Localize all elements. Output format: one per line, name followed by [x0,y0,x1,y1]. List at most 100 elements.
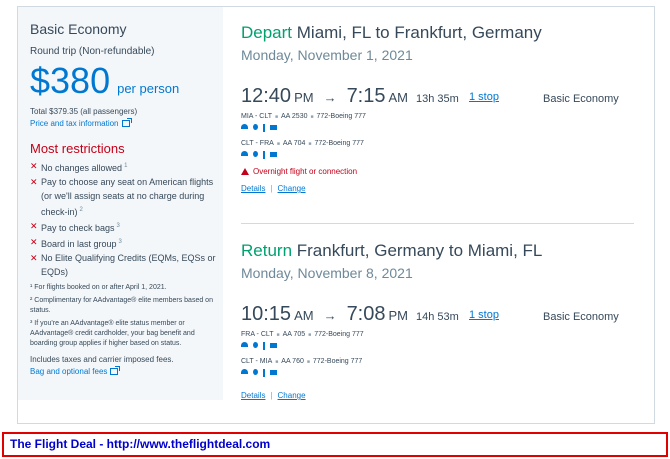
external-link-icon [121,118,132,127]
fare-title: Basic Economy [30,21,127,37]
arrival-time: 7:15 [346,85,386,107]
link-separator: | [270,184,273,193]
segment-title: Depart Miami, FL to Frankfurt, Germany [241,23,641,43]
banner-text: The Flight Deal - http://www.theflightde… [10,437,271,451]
price-tax-link[interactable]: Price and tax information [30,118,223,128]
entertainment-icon [270,343,277,348]
segment-route: Frankfurt, Germany to Miami, FL [292,241,543,260]
segment-route: Miami, FL to Frankfurt, Germany [292,23,542,42]
link-separator: | [270,391,273,400]
usb-icon [263,342,265,350]
restriction-text: Pay to check bags [41,223,115,233]
leg-route: CLT - FRA [241,140,274,147]
power-icon [253,151,258,157]
bag-fees-link-label[interactable]: Bag and optional fees [30,367,107,376]
separator: ■ [308,140,312,147]
bag-fees-link[interactable]: Bag and optional fees [30,366,223,376]
external-link-icon [110,366,121,375]
power-icon [253,342,258,348]
change-link[interactable]: Change [278,391,306,400]
restriction-text: Pay to choose any seat on American fligh… [41,177,214,217]
segment-date: Monday, November 8, 2021 [241,265,413,281]
segment-links: Details | Change [241,391,641,400]
leg-route: CLT - MIA [241,358,273,365]
return-segment: Return Frankfurt, Germany to Miami, FL M… [241,241,641,400]
arrow-right-icon: → [323,90,337,105]
wifi-icon [241,124,248,129]
departure-time: 10:15 [241,303,292,325]
footnote-ref: 3 [118,239,122,245]
restriction-item: ✕ Board in last group 3 [30,235,223,251]
usb-icon [263,369,265,377]
leg-flight: AA 760 [281,358,304,365]
times-row: 10:15 AM → 7:08 PM 14h 53m 1 stop Basic Ec… [241,303,641,329]
flight-leg: FRA - CLT ■ AA 705 ■ 772-Boeing 777 [241,331,641,338]
departure-ampm: AM [294,308,314,323]
footnote-ref: 1 [124,163,128,169]
per-person-label: per person [117,81,180,96]
restriction-item: ✕ Pay to choose any seat on American fli… [30,175,223,219]
details-link[interactable]: Details [241,184,265,193]
footnote: ² Complimentary for AAdvantage® elite me… [30,297,213,314]
segment-divider [241,223,634,224]
wifi-icon [241,342,248,347]
separator: ■ [276,331,280,338]
restrictions-title: Most restrictions [30,141,125,156]
separator: ■ [310,113,314,120]
footnote-ref: 2 [79,207,83,213]
x-icon: ✕ [30,161,38,171]
wifi-icon [241,369,248,374]
leg-flight: AA 705 [282,331,306,338]
segment-title: Return Frankfurt, Germany to Miami, FL [241,241,641,261]
stops-link[interactable]: 1 stop [469,91,499,103]
restriction-text: No Elite Qualifying Credits (EQMs, EQSs … [41,253,216,277]
amenities [241,369,641,377]
separator: ■ [306,358,310,365]
entertainment-icon [270,125,277,130]
leg-flight: AA 704 [282,140,306,147]
warning-icon [241,168,249,175]
footnotes: ¹ For flights booked on or after April 1… [30,283,223,349]
x-icon: ✕ [30,237,38,247]
duration: 13h 35m [416,93,459,105]
flight-leg: CLT - FRA ■ AA 704 ■ 772-Boeing 777 [241,140,641,147]
restriction-text: No changes allowed [41,163,123,173]
amenities [241,151,641,159]
change-link[interactable]: Change [278,184,306,193]
entertainment-icon [270,370,277,375]
price: $380 [30,60,111,101]
depart-segment: Depart Miami, FL to Frankfurt, Germany M… [241,23,641,193]
segment-links: Details | Change [241,184,641,193]
departure-ampm: PM [294,90,314,105]
fare-card: Basic Economy Round trip (Non-refundable… [17,6,655,424]
leg-flight: AA 2530 [281,113,308,120]
separator: ■ [274,113,279,120]
departure-time: 12:40 [241,85,292,107]
x-icon: ✕ [30,253,38,263]
footnote: ³ If you're an AAdvantage® elite status … [30,320,195,347]
entertainment-icon [270,152,277,157]
amenities [241,342,641,350]
segment-direction: Depart [241,23,293,42]
stops-link[interactable]: 1 stop [469,309,499,321]
leg-aircraft: 772-Boeing 777 [312,358,363,365]
leg-aircraft: 772-Boeing 777 [316,113,366,120]
power-icon [253,124,258,130]
separator: ■ [308,331,312,338]
flight-leg: CLT - MIA ■ AA 760 ■ 772-Boeing 777 [241,358,641,365]
arrival-ampm: PM [388,308,409,323]
total-price: Total $379.35 (all passengers) [30,107,138,116]
leg-route: FRA - CLT [241,331,274,338]
arrival-time: 7:08 [346,303,386,325]
wifi-icon [241,151,248,156]
footnote-ref: 3 [116,223,120,229]
details-link[interactable]: Details [241,391,265,400]
trip-type: Round trip (Non-refundable) [30,46,155,57]
x-icon: ✕ [30,221,38,231]
price-tax-link-label[interactable]: Price and tax information [30,119,119,128]
overnight-warning: Overnight flight or connection [241,167,641,176]
separator: ■ [275,358,279,365]
arrival-ampm: AM [388,90,409,105]
itinerary-panel: Depart Miami, FL to Frankfurt, Germany M… [241,7,641,425]
amenities [241,124,641,132]
